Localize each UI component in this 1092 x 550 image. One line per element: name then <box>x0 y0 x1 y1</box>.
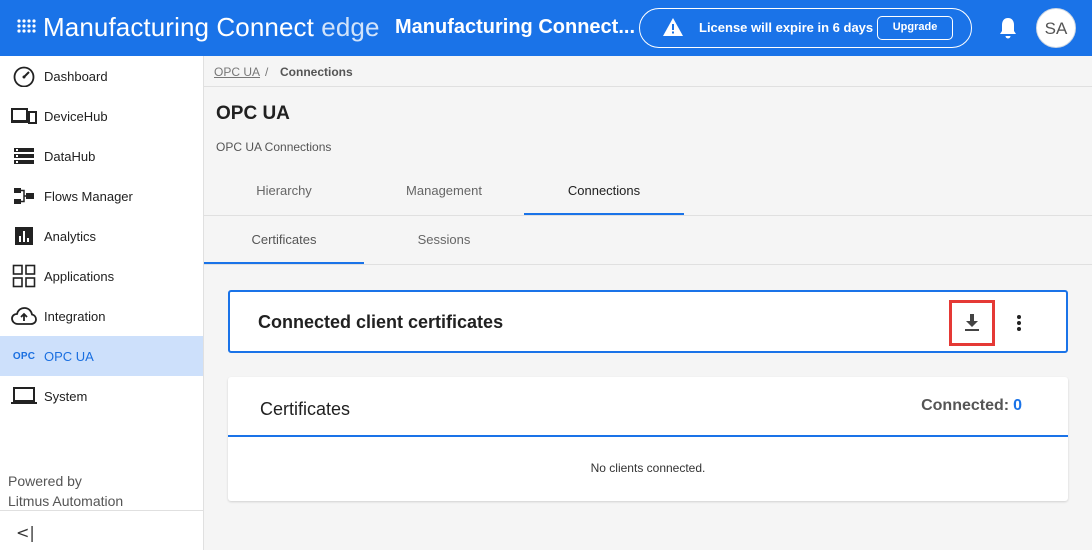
license-text: License will expire in 6 days <box>699 20 874 35</box>
connected-label: Connected: <box>921 397 1010 414</box>
sidebar-item-analytics[interactable]: Analytics <box>0 216 203 256</box>
powered-by-line1: Powered by <box>8 473 82 489</box>
powered-by-text: Powered by Litmus Automation <box>8 471 123 511</box>
sidebar-item-label: DataHub <box>44 149 96 164</box>
applications-grid-icon <box>11 264 37 288</box>
page-title: OPC UA <box>216 103 290 124</box>
connected-client-certificates-panel[interactable]: Connected client certificates <box>228 290 1068 353</box>
subtab-sessions[interactable]: Sessions <box>364 216 524 264</box>
connected-number: 0 <box>1013 397 1022 414</box>
opc-text-icon: OPC <box>12 350 36 362</box>
warning-icon <box>663 18 683 36</box>
sidebar-item-dashboard[interactable]: Dashboard <box>0 56 203 96</box>
devices-icon <box>11 104 37 128</box>
panel-title: Connected client certificates <box>258 312 504 332</box>
tab-connections[interactable]: Connections <box>524 170 684 215</box>
upgrade-button[interactable]: Upgrade <box>877 16 953 40</box>
sidebar: Dashboard DeviceHub DataHub Flows Manage… <box>0 56 204 550</box>
cloud-upload-icon <box>11 304 37 328</box>
sidebar-item-applications[interactable]: Applications <box>0 256 203 296</box>
sidebar-item-datahub[interactable]: DataHub <box>0 136 203 176</box>
tab-management[interactable]: Management <box>364 170 524 215</box>
sidebar-item-label: OPC UA <box>44 349 94 364</box>
sidebar-collapse-bar: <| <box>0 510 203 550</box>
apps-grid-icon[interactable] <box>16 18 36 38</box>
laptop-icon <box>11 384 37 408</box>
storage-icon <box>11 144 37 168</box>
sidebar-item-devicehub[interactable]: DeviceHub <box>0 96 203 136</box>
breadcrumb-current: Connections <box>280 65 353 79</box>
license-banner: License will expire in 6 days Upgrade <box>639 8 972 48</box>
certificates-card: Certificates Connected: 0 No clients conn… <box>228 377 1068 501</box>
sidebar-item-label: Integration <box>44 309 106 324</box>
download-button[interactable] <box>949 300 995 346</box>
sidebar-item-integration[interactable]: Integration <box>0 296 203 336</box>
dashboard-gauge-icon <box>11 64 37 88</box>
flows-icon <box>11 184 37 208</box>
download-icon <box>965 314 979 331</box>
sidebar-item-label: Analytics <box>44 229 97 244</box>
sidebar-item-label: DeviceHub <box>44 109 108 124</box>
top-app-bar: Manufacturing Connect edge Manufacturing… <box>0 0 1092 56</box>
more-vert-icon <box>1017 315 1021 331</box>
more-options-button[interactable] <box>1010 312 1028 334</box>
tab-hierarchy[interactable]: Hierarchy <box>204 170 364 215</box>
sub-tabs: Certificates Sessions <box>204 216 1092 265</box>
empty-state-text: No clients connected. <box>590 461 706 475</box>
breadcrumb: OPC UA / Connections <box>204 56 1092 87</box>
notifications-bell-icon[interactable] <box>997 16 1019 40</box>
breadcrumb-link-opc-ua[interactable]: OPC UA <box>214 65 260 79</box>
sidebar-item-label: Dashboard <box>44 69 108 84</box>
subtab-certificates[interactable]: Certificates <box>204 216 364 264</box>
powered-by-line2: Litmus Automation <box>8 493 124 509</box>
page-subtitle: OPC UA Connections <box>216 140 332 154</box>
collapse-sidebar-icon[interactable]: <| <box>16 523 35 542</box>
sidebar-item-opc-ua[interactable]: OPC OPC UA <box>0 336 203 376</box>
breadcrumb-separator: / <box>265 65 269 79</box>
main-content: OPC UA / Connections OPC UA OPC UA Conne… <box>204 56 1092 550</box>
connected-count: Connected: 0 <box>921 397 1022 415</box>
sidebar-item-flows-manager[interactable]: Flows Manager <box>0 176 203 216</box>
main-tabs: Hierarchy Management Connections <box>204 170 1092 216</box>
app-title: Manufacturing Connect edge <box>43 12 380 43</box>
sidebar-item-label: Flows Manager <box>44 189 133 204</box>
sidebar-item-label: Applications <box>44 269 115 284</box>
app-title-edge: edge <box>321 12 380 42</box>
certificates-title: Certificates <box>260 399 351 419</box>
sidebar-item-label: System <box>44 389 88 404</box>
device-title[interactable]: Manufacturing Connect... <box>395 16 635 39</box>
app-title-main: Manufacturing Connect <box>43 12 314 42</box>
certificates-card-header: Certificates Connected: 0 <box>228 377 1068 437</box>
user-avatar[interactable]: SA <box>1036 8 1076 48</box>
analytics-icon <box>11 224 37 248</box>
sidebar-item-system[interactable]: System <box>0 376 203 416</box>
